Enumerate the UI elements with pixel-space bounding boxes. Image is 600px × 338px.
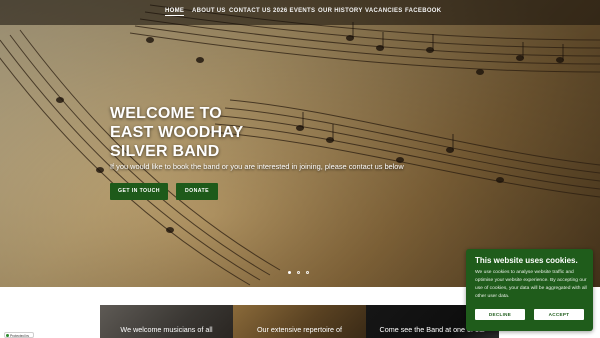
- nav-about-us[interactable]: ABOUT US: [192, 8, 226, 14]
- get-in-touch-button[interactable]: GET IN TOUCH: [110, 183, 168, 200]
- feature-card-repertoire[interactable]: Our extensive repertoire of: [233, 305, 366, 338]
- hero-title-line-1: WELCOME TO: [110, 105, 222, 122]
- cookie-message: We use cookies to analyse website traffi…: [475, 270, 587, 299]
- donate-button[interactable]: DONATE: [176, 183, 218, 200]
- nav-vacancies[interactable]: VACANCIES: [365, 8, 403, 14]
- nav-contact-us[interactable]: CONTACT US: [229, 8, 271, 14]
- feature-card-repertoire-text: Our extensive repertoire of: [256, 325, 343, 334]
- top-navigation: HOME ABOUT US CONTACT US 2026 EVENTS OUR…: [0, 0, 600, 25]
- nav-home[interactable]: HOME: [165, 8, 185, 16]
- cookie-consent-banner: This website uses cookies. We use cookie…: [466, 249, 593, 331]
- cookie-decline-button[interactable]: DECLINE: [475, 309, 525, 320]
- cookie-title: This website uses cookies.: [475, 256, 578, 265]
- carousel-dot-1[interactable]: [288, 271, 291, 274]
- hero-banner: HOME ABOUT US CONTACT US 2026 EVENTS OUR…: [0, 0, 600, 287]
- recaptcha-icon: [6, 334, 9, 337]
- hero-title-line-3: SILVER BAND: [110, 143, 220, 160]
- nav-our-history[interactable]: OUR HISTORY: [318, 8, 363, 14]
- hero-title: WELCOME TO EAST WOODHAY SILVER BAND: [110, 104, 330, 161]
- hero-subtitle: If you would like to book the band or yo…: [110, 162, 404, 171]
- feature-card-musicians[interactable]: We welcome musicians of all: [100, 305, 233, 338]
- feature-card-musicians-text: We welcome musicians of all: [120, 325, 213, 334]
- cookie-accept-button[interactable]: ACCEPT: [534, 309, 584, 320]
- recaptcha-label: Protected by: [10, 334, 30, 338]
- carousel-dot-3[interactable]: [306, 271, 309, 274]
- nav-2026-events[interactable]: 2026 EVENTS: [273, 8, 315, 14]
- carousel-dot-2[interactable]: [297, 271, 300, 274]
- recaptcha-badge: Protected by: [4, 332, 34, 338]
- hero-title-line-2: EAST WOODHAY: [110, 124, 244, 141]
- nav-facebook[interactable]: FACEBOOK: [405, 8, 441, 14]
